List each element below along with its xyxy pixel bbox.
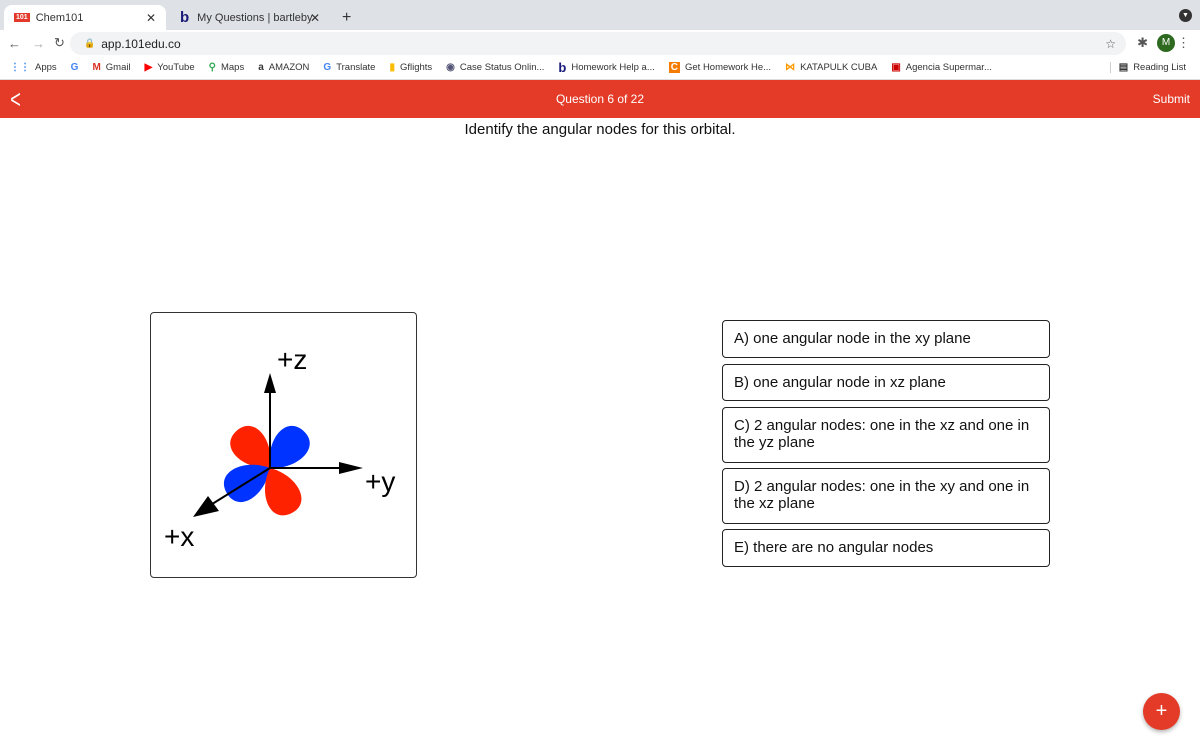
- bookmark-youtube[interactable]: ▶ YouTube: [145, 62, 195, 73]
- address-bar-row: ← → ↻ 🔒 app.101edu.co ☆ ✱ M ⋮: [0, 30, 1200, 56]
- tab-bartleby[interactable]: b My Questions | bartleby ✕: [170, 5, 330, 30]
- new-tab-button[interactable]: +: [332, 5, 361, 30]
- reading-list-icon: ▤: [1118, 62, 1129, 73]
- add-button[interactable]: +: [1143, 693, 1180, 730]
- bookmark-amazon[interactable]: a AMAZON: [258, 62, 309, 73]
- tab-strip: 101 Chem101 ✕ b My Questions | bartleby ✕ + …: [0, 0, 1200, 30]
- close-icon[interactable]: ✕: [146, 11, 156, 25]
- apps-grid-icon: ⋮⋮: [10, 62, 30, 73]
- forward-icon[interactable]: →: [32, 36, 45, 51]
- submit-button[interactable]: Submit: [1153, 92, 1190, 106]
- reading-list[interactable]: ▤ Reading List: [1109, 62, 1186, 73]
- google-icon: G: [70, 62, 79, 73]
- question-text: Identify the angular nodes for this orbi…: [464, 121, 736, 138]
- question-counter: Question 6 of 22: [555, 92, 645, 106]
- agencia-icon: ▣: [891, 62, 901, 73]
- bookmark-homework-help[interactable]: b Homework Help a...: [558, 60, 654, 75]
- bookmark-translate[interactable]: G Translate: [323, 62, 375, 73]
- bookmark-get-homework[interactable]: C Get Homework He...: [668, 62, 771, 73]
- tab-label: My Questions | bartleby: [197, 11, 313, 24]
- bookmark-apps[interactable]: ⋮⋮ Apps: [10, 62, 57, 73]
- menu-icon[interactable]: ⋮: [1177, 35, 1190, 51]
- gflights-icon: ▮: [389, 62, 395, 73]
- seal-icon: ◉: [446, 62, 455, 73]
- option-a[interactable]: A) one angular node in the xy plane: [722, 320, 1050, 358]
- y-arrowhead: [339, 462, 363, 474]
- gmail-icon: M: [92, 62, 101, 73]
- extensions-icon[interactable]: ✱: [1137, 35, 1148, 51]
- bookmark-maps[interactable]: ⚲ Maps: [209, 62, 245, 73]
- option-label: C) 2 angular nodes: one in the xz and on…: [734, 417, 1030, 451]
- tab-search-icon[interactable]: ▼: [1179, 9, 1192, 22]
- orbital-figure: +z +y +x: [150, 312, 417, 578]
- lock-icon: 🔒: [84, 38, 96, 48]
- y-label: +y: [365, 466, 395, 497]
- option-label: E) there are no angular nodes: [734, 539, 934, 556]
- back-icon[interactable]: ←: [8, 36, 21, 51]
- bookmark-google[interactable]: G: [71, 62, 79, 73]
- bookmark-agencia[interactable]: ▣ Agencia Supermar...: [891, 62, 992, 73]
- bookmark-katapulk[interactable]: ⋈ KATAPULK CUBA: [785, 62, 877, 73]
- bartleby-icon: b: [558, 60, 567, 75]
- chem101-favicon: 101: [14, 13, 30, 22]
- question-header: < Question 6 of 22 Submit: [0, 80, 1200, 118]
- option-e[interactable]: E) there are no angular nodes: [722, 529, 1050, 567]
- bookmark-gflights[interactable]: ▮ Gflights: [389, 62, 432, 73]
- close-icon[interactable]: ✕: [310, 11, 320, 25]
- url-input[interactable]: 🔒 app.101edu.co ☆: [70, 32, 1126, 55]
- orbital-diagram: +z +y +x: [164, 344, 395, 552]
- maps-pin-icon: ⚲: [208, 62, 216, 73]
- bookmark-case-status[interactable]: ◉ Case Status Onlin...: [446, 62, 544, 73]
- z-arrowhead: [264, 373, 276, 393]
- z-label: +z: [277, 344, 307, 375]
- x-arrowhead: [193, 496, 219, 517]
- option-c[interactable]: C) 2 angular nodes: one in the xz and on…: [722, 407, 1050, 463]
- star-icon[interactable]: ☆: [1105, 37, 1116, 51]
- option-d[interactable]: D) 2 angular nodes: one in the xy and on…: [722, 468, 1050, 524]
- youtube-icon: ▶: [144, 62, 153, 73]
- tab-chem101[interactable]: 101 Chem101 ✕: [4, 5, 166, 30]
- option-label: B) one angular node in xz plane: [734, 374, 946, 391]
- option-label: A) one angular node in the xy plane: [734, 330, 971, 347]
- option-b[interactable]: B) one angular node in xz plane: [722, 364, 1050, 401]
- bookmarks-bar: ⋮⋮ Apps G M Gmail ▶ YouTube ⚲ Maps a AMAZON G…: [0, 56, 1200, 80]
- option-label: D) 2 angular nodes: one in the xy and on…: [734, 478, 1030, 512]
- chegg-icon: C: [668, 62, 680, 73]
- amazon-icon: a: [258, 62, 264, 73]
- bookmark-gmail[interactable]: M Gmail: [92, 62, 130, 73]
- reload-icon[interactable]: ↻: [54, 35, 65, 51]
- url-text: app.101edu.co: [101, 36, 181, 51]
- tab-label: Chem101: [35, 11, 84, 24]
- avatar[interactable]: M: [1157, 34, 1175, 52]
- translate-icon: G: [323, 62, 332, 73]
- x-label: +x: [164, 521, 194, 552]
- katapulk-icon: ⋈: [785, 62, 796, 73]
- bartleby-favicon: b: [180, 9, 190, 26]
